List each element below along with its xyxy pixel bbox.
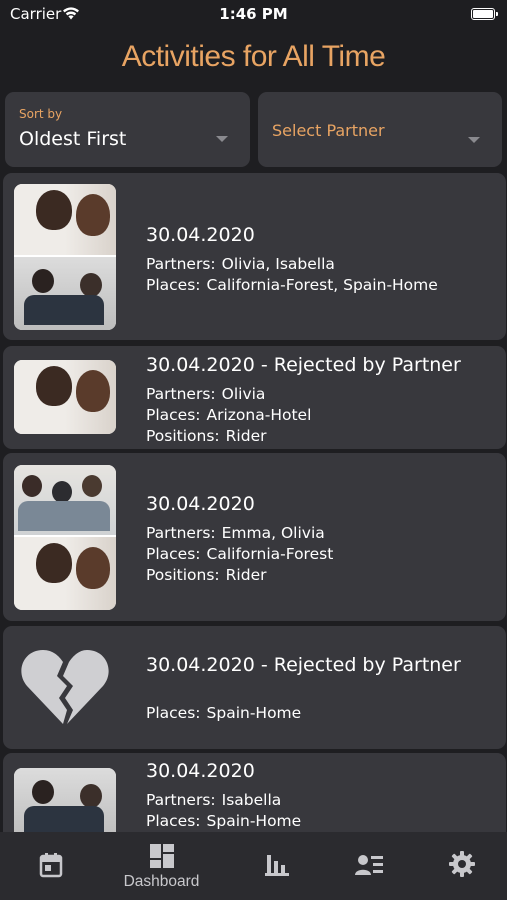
activity-partners: Partners: Olivia [146, 385, 266, 403]
activity-places: Places: California-Forest, Spain-Home [146, 276, 438, 294]
activity-places: Places: Spain-Home [146, 812, 302, 830]
tab-settings[interactable] [411, 832, 507, 900]
clock: 1:46 PM [219, 5, 288, 23]
activity-card[interactable]: 30.04.2020 - Rejected by Partner Places:… [3, 626, 506, 749]
activity-date: 30.04.2020 - Rejected by Partner [146, 354, 461, 376]
sort-value: Oldest First [19, 128, 127, 150]
activity-places: Places: Spain-Home [146, 704, 302, 722]
activity-places: Places: Arizona-Hotel [146, 406, 312, 424]
page-title: Activities for All Time [121, 40, 386, 73]
activity-date: 30.04.2020 [146, 760, 255, 782]
broken-heart-icon [21, 650, 109, 724]
dashboard-icon [149, 844, 174, 868]
chevron-down-icon [216, 136, 228, 142]
activity-partners: Partners: Emma, Olivia [146, 524, 325, 542]
activity-date: 30.04.2020 - Rejected by Partner [146, 654, 461, 676]
activity-photo [14, 465, 116, 610]
activity-photo [14, 768, 116, 833]
activity-list[interactable]: 30.04.2020 Partners: Olivia, Isabella Pla… [3, 173, 506, 833]
activity-card[interactable]: 30.04.2020 Partners: Emma, Olivia Places:… [3, 453, 506, 621]
activity-positions: Positions: Rider [146, 427, 267, 445]
tab-label: Dashboard [123, 873, 200, 890]
sort-label: Sort by [19, 107, 63, 121]
tab-bar: Dashboard [0, 832, 507, 900]
activity-card[interactable]: 30.04.2020 Partners: Olivia, Isabella Pla… [3, 173, 506, 340]
partner-placeholder: Select Partner [272, 121, 385, 140]
activity-partners: Partners: Isabella [146, 791, 282, 809]
battery-icon [471, 8, 498, 20]
activity-places: Places: California-Forest [146, 545, 334, 563]
activity-positions: Positions: Rider [146, 566, 267, 584]
status-bar: Carrier 1:46 PM [0, 0, 507, 28]
tab-statistics[interactable] [226, 832, 327, 900]
sort-dropdown[interactable]: Sort by Oldest First [5, 92, 250, 167]
chevron-down-icon [468, 137, 480, 143]
partner-dropdown[interactable]: Select Partner [258, 92, 502, 167]
contacts-list-icon [354, 855, 383, 875]
activity-partners: Partners: Olivia, Isabella [146, 255, 335, 273]
activity-photo [14, 184, 116, 330]
tab-calendar[interactable] [0, 832, 101, 900]
activity-card[interactable]: 30.04.2020 - Rejected by Partner Partner… [3, 346, 506, 449]
gear-icon [448, 851, 475, 877]
tab-dashboard[interactable]: Dashboard [111, 832, 212, 900]
bar-chart-icon [264, 855, 289, 876]
activity-date: 30.04.2020 [146, 224, 255, 246]
activity-date: 30.04.2020 [146, 493, 255, 515]
tab-partners[interactable] [318, 832, 419, 900]
activity-photo [14, 360, 116, 434]
activity-card[interactable]: 30.04.2020 Partners: Isabella Places: Spai… [3, 753, 506, 833]
calendar-icon [39, 853, 62, 878]
